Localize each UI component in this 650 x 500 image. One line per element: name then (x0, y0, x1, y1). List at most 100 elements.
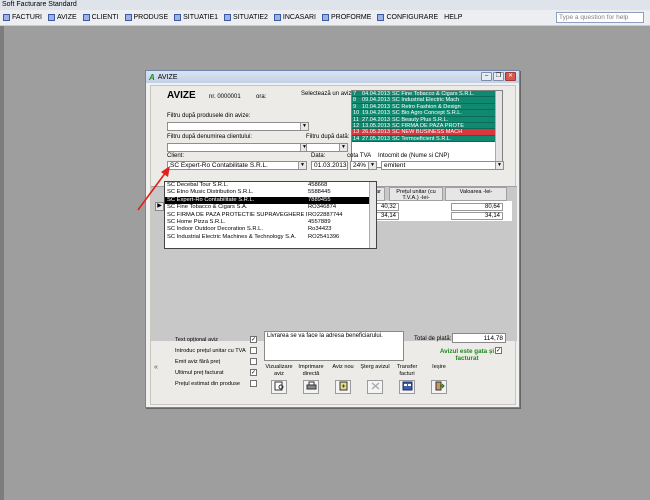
delete-button[interactable] (367, 380, 383, 394)
status-checkbox[interactable]: ✓ (495, 347, 502, 354)
aviz-nr: 11 (353, 116, 359, 123)
client-option[interactable]: SC Indoor Outdoor Decoration S.R.L. Ro344… (165, 226, 376, 233)
grid-cell-value[interactable]: 34,14 (451, 212, 503, 220)
vat-rate-select[interactable]: 24% ▼ (350, 161, 377, 170)
new-document-button[interactable] (335, 380, 351, 394)
minimize-button[interactable]: – (481, 72, 492, 81)
menu-item-help[interactable]: HELP (441, 11, 465, 25)
client-select[interactable]: SC Expert-Ro Contabilitate S.R.L. ▼ (167, 161, 307, 170)
new-document-icon (338, 381, 349, 393)
column-header-value[interactable]: Valoarea -lei- (445, 187, 507, 201)
issued-by-select[interactable]: emitent ▼ (381, 161, 504, 170)
printer-icon (306, 381, 317, 393)
notes-textarea[interactable]: Livrarea se va face la adresa beneficiar… (264, 331, 404, 361)
date-filter-label: Filtru după dată: (306, 134, 350, 140)
aviz-date: 09.04.2013 (362, 97, 390, 104)
chevron-down-icon[interactable]: ▼ (368, 162, 376, 169)
aviz-client: SC Fine Tobacco & Cigars S.R.L. (392, 91, 475, 97)
client-name-filter-label: Filtru după denumirea clientului: (167, 134, 253, 140)
menu-item-label: AVIZE (56, 14, 77, 21)
exit-icon (434, 381, 445, 393)
menu-item-facturi[interactable]: FACTURI (0, 11, 45, 25)
client-option-code: 458668 (308, 182, 328, 188)
menu-item-label: CLIENTI (91, 14, 119, 21)
help-search-input[interactable]: Type a question for help (556, 12, 644, 23)
client-option[interactable]: SC FIRMA DE PAZA PROTECTIE SUPRAVEGHERE … (165, 212, 376, 219)
chevron-down-icon[interactable]: ▼ (339, 144, 347, 151)
chevron-down-icon[interactable]: ▼ (298, 162, 306, 169)
option-checkbox[interactable] (250, 358, 257, 365)
client-option[interactable]: SC Etno Music Distribution S.R.L. 5588445 (165, 189, 376, 196)
exit-button[interactable] (431, 380, 447, 394)
aviz-date: 13.05.2013 (362, 122, 390, 129)
chevron-down-icon[interactable]: ▼ (495, 162, 503, 169)
aviz-client: SC Bio Agro Concept S.R.L. (392, 110, 462, 116)
date-filter-input[interactable]: ▼ (306, 143, 348, 152)
client-option-code: Ro34423 (308, 226, 332, 233)
avize-form: AVIZE nr. 0000001 ora: Selectează un avi… (150, 85, 517, 405)
button-label: Vizualizare aviz (265, 364, 293, 377)
menu-item-label: PRODUSE (133, 14, 169, 21)
column-header-price-vat[interactable]: Prețul unitar (cu T.V.A.) -lei- (389, 187, 443, 201)
menu-item-situatie2[interactable]: SITUATIE2 (221, 11, 271, 25)
total-label: Total de plată: (414, 336, 452, 342)
menu-item-incasari[interactable]: INCASARI (271, 11, 319, 25)
client-option[interactable]: SC Decebal Tour S.R.L. 458668 (165, 182, 376, 189)
aviz-date: 19.04.2013 (362, 110, 390, 117)
settings-icon (377, 14, 385, 21)
option-checkbox[interactable]: ✓ (250, 369, 257, 376)
grid-cell-value[interactable]: 80,64 (451, 203, 503, 211)
menu-item-proforme[interactable]: PROFORME (319, 11, 374, 25)
client-option-name: SC Etno Music Distribution S.R.L. (167, 189, 254, 196)
aviz-nr: 7 (353, 91, 357, 97)
client-option[interactable]: SC Home Pizza S.R.L. 4557889 (165, 219, 376, 226)
client-list-scrollbar[interactable] (369, 182, 376, 248)
menu-item-label: SITUATIE1 (183, 14, 219, 21)
window-title-bar[interactable]: A AVIZE (146, 71, 519, 83)
client-option[interactable]: SC Fine Tobacco & Cigars S.A. RO346874 (165, 204, 376, 211)
menu-item-avize[interactable]: AVIZE (45, 11, 80, 25)
restore-button[interactable]: ❐ (493, 72, 504, 81)
option-checkbox[interactable] (250, 380, 257, 387)
aviz-client: SC Industrial Electric Mach (392, 97, 460, 103)
option-checkbox[interactable] (250, 347, 257, 354)
client-name-filter-input[interactable]: ▼ (167, 143, 309, 152)
client-option-code: RO22887744 (308, 211, 343, 218)
menu-item-clienti[interactable]: CLIENTI (80, 11, 122, 25)
document-icon (47, 14, 55, 21)
menu-item-configurare[interactable]: CONFIGURARE (374, 11, 441, 25)
client-option-code: 7889455 (308, 196, 331, 203)
proforma-icon (321, 14, 329, 21)
option-checkbox[interactable]: ✓ (250, 336, 257, 343)
transfer-button[interactable] (399, 380, 415, 394)
select-aviz-label: Selectează un aviz: (301, 91, 354, 97)
client-option[interactable]: SC Expert-Ro Contabilitate S.R.L. 7889455 (165, 196, 376, 205)
printer-button[interactable] (303, 380, 319, 394)
menu-item-label: INCASARI (282, 14, 316, 21)
issued-by-label: Intocmit de (Nume si CNP) (378, 153, 450, 159)
client-option-name: SC Industrial Electric Machines & Techno… (167, 233, 297, 240)
list-item[interactable]: 14 27.05.2013 SC Termoeficient S.R.L. (352, 135, 502, 143)
date-field[interactable]: 01.03.2013 (311, 161, 348, 170)
client-label: Client: (167, 153, 185, 159)
product-filter-input[interactable]: ▼ (167, 122, 309, 131)
aviz-list-scrollbar[interactable] (495, 91, 502, 167)
window-controls: – ❐ ✕ (481, 72, 516, 81)
collapse-icon[interactable]: « (154, 364, 158, 371)
preview-button[interactable] (271, 380, 287, 394)
close-button[interactable]: ✕ (505, 72, 516, 81)
menu-item-situatie1[interactable]: SITUATIE1 (171, 11, 221, 25)
invoice-icon (3, 14, 10, 21)
aviz-client: SC Termoeficient S.R.L. (392, 135, 452, 142)
aviz-nr: 8 (353, 97, 357, 104)
client-option-name: SC Indoor Outdoor Decoration S.R.L. (167, 226, 264, 233)
payments-icon (273, 14, 281, 21)
aviz-client: SC Retro Fashion & Design (392, 103, 461, 110)
client-dropdown-list[interactable]: SC Decebal Tour S.R.L. 458668 SC Etno Musi… (164, 181, 377, 249)
aviz-client: SC Beauty Plus S.R.L. (392, 116, 449, 122)
chevron-down-icon[interactable]: ▼ (300, 123, 308, 130)
client-option[interactable]: SC Industrial Electric Machines & Techno… (165, 234, 376, 241)
aviz-date: 27.05.2013 (362, 135, 390, 142)
product-filter-label: Filtru după produsele din avize: (167, 113, 251, 119)
menu-item-produse[interactable]: PRODUSE (122, 11, 172, 25)
